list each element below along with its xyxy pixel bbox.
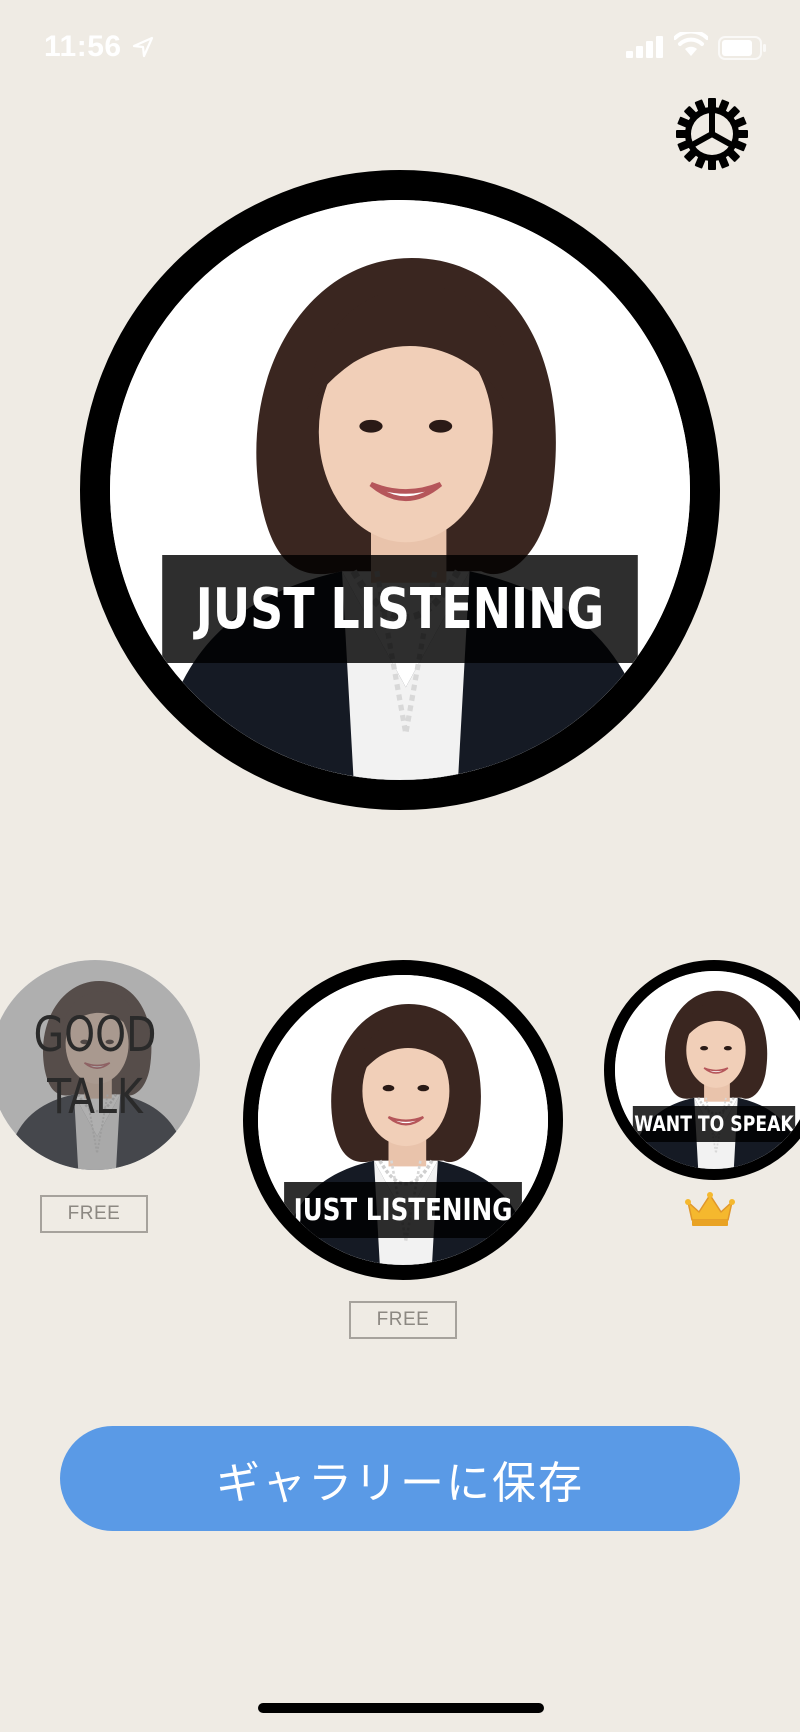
home-indicator[interactable] xyxy=(258,1703,544,1713)
frame-label: WANT TO SPEAK xyxy=(632,1106,796,1142)
frame-option-want-to-speak[interactable]: WANT TO SPEAK xyxy=(604,960,800,1180)
frame-option-just-listening[interactable]: JUST LISTENING xyxy=(243,960,563,1280)
location-arrow-icon xyxy=(132,36,154,58)
portrait-photo xyxy=(110,200,690,780)
status-time: 11:56 xyxy=(44,30,122,63)
frame-label: JUST LISTENING xyxy=(284,1182,522,1238)
signal-icon xyxy=(626,36,663,58)
frame-label: GOOD TALK xyxy=(33,1007,157,1125)
free-badge: FREE xyxy=(349,1301,457,1339)
save-to-gallery-button[interactable]: ギャラリーに保存 xyxy=(60,1426,740,1531)
main-preview: JUST LISTENING xyxy=(80,170,720,810)
battery-icon xyxy=(718,36,766,60)
gear-icon[interactable] xyxy=(672,94,752,174)
frame-option-good-talk[interactable]: GOOD TALK xyxy=(0,960,200,1170)
status-bar: 11:56 xyxy=(0,0,800,100)
free-badge: FREE xyxy=(40,1195,148,1233)
crown-icon xyxy=(685,1192,735,1226)
wifi-icon xyxy=(674,32,708,56)
preview-label: JUST LISTENING xyxy=(162,555,638,663)
